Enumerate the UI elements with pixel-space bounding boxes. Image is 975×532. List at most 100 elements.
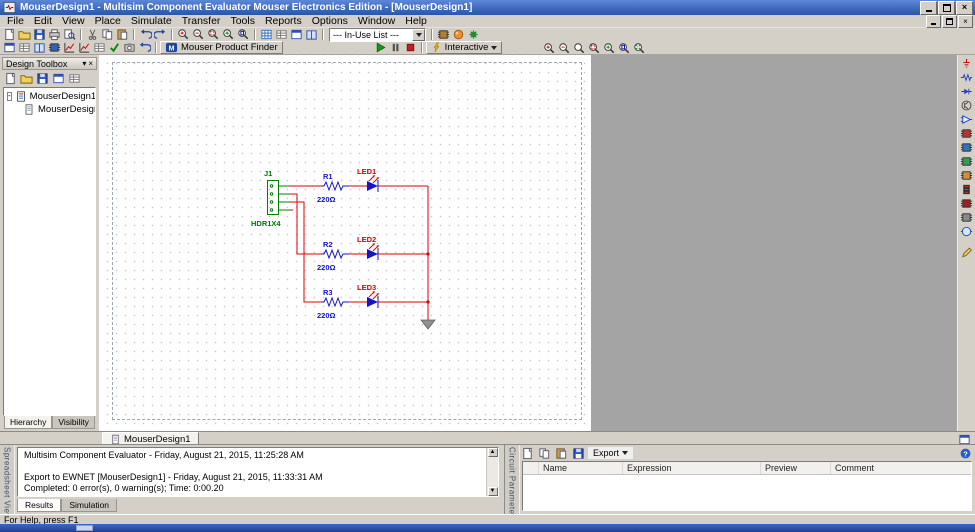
save-parameters-icon[interactable] xyxy=(571,447,586,460)
interactive-button[interactable]: Interactive xyxy=(426,41,503,54)
menu-edit[interactable]: Edit xyxy=(29,15,57,28)
close-button[interactable]: × xyxy=(956,1,973,15)
tab-visibility[interactable]: Visibility xyxy=(52,416,95,429)
orange-sphere-icon[interactable] xyxy=(451,28,466,41)
place-transistor-icon[interactable] xyxy=(959,99,974,112)
led1-label[interactable]: LED1 xyxy=(357,167,376,176)
print-preview-icon[interactable] xyxy=(62,28,77,41)
mdi-close-button[interactable]: × xyxy=(958,15,973,28)
spreadsheet-view-strip[interactable]: Spreadsheet View xyxy=(0,445,15,514)
toggle-border-icon[interactable] xyxy=(289,28,304,41)
zoom-fit-icon[interactable] xyxy=(221,28,236,41)
j1-ref-label[interactable]: J1 xyxy=(264,169,272,178)
r2-ref-label[interactable]: R2 xyxy=(323,240,333,249)
menu-reports[interactable]: Reports xyxy=(260,15,307,28)
j1-value-label[interactable]: HDR1X4 xyxy=(251,219,281,228)
design-tree[interactable]: MouserDesign1 MouserDesign1 xyxy=(3,87,96,416)
paste-parameter-icon[interactable] xyxy=(554,447,569,460)
menu-file[interactable]: File xyxy=(2,15,29,28)
collapse-icon[interactable] xyxy=(7,92,12,101)
place-cmos-icon[interactable] xyxy=(959,141,974,154)
graphs-icon[interactable] xyxy=(62,41,77,54)
tab-simulation[interactable]: Simulation xyxy=(61,499,117,512)
menu-tools[interactable]: Tools xyxy=(225,15,260,28)
capture-area-icon[interactable] xyxy=(122,41,137,54)
tree-child-label[interactable]: MouserDesign1 xyxy=(38,104,96,115)
zoom-in-icon[interactable] xyxy=(176,28,191,41)
place-source-icon[interactable] xyxy=(959,57,974,70)
magnifier-minus-icon[interactable] xyxy=(557,42,572,55)
back-annotate-icon[interactable] xyxy=(137,41,152,54)
help-icon[interactable]: ? xyxy=(958,447,973,460)
export-button[interactable]: Export xyxy=(588,447,633,459)
minimize-button[interactable] xyxy=(920,1,937,15)
pause-simulation-icon[interactable] xyxy=(388,41,403,54)
menu-simulate[interactable]: Simulate xyxy=(126,15,177,28)
taskbar-button[interactable] xyxy=(76,525,93,531)
circuit-parameters-table[interactable]: Name Expression Preview Comment xyxy=(522,461,972,511)
place-electromechanical-icon[interactable] xyxy=(959,225,974,238)
column-expression[interactable]: Expression xyxy=(623,462,761,474)
stop-simulation-icon[interactable] xyxy=(403,41,418,54)
tree-root-label[interactable]: MouserDesign1 xyxy=(30,91,96,102)
magnifier-icon[interactable] xyxy=(572,42,587,55)
menu-window[interactable]: Window xyxy=(353,15,400,28)
pin-panel-icon[interactable]: ▾ xyxy=(82,60,86,68)
mouser-product-finder-button[interactable]: M Mouser Product Finder xyxy=(160,41,283,54)
paste-icon[interactable] xyxy=(115,28,130,41)
place-basic-icon[interactable] xyxy=(959,71,974,84)
toggle-spreadsheet-view-icon[interactable] xyxy=(17,41,32,54)
log-scrollbar[interactable]: ▲ ▼ xyxy=(486,448,498,496)
toggle-design-toolbox-icon[interactable] xyxy=(2,41,17,54)
copy-icon[interactable] xyxy=(100,28,115,41)
add-parameter-icon[interactable] xyxy=(520,447,535,460)
place-power-icon[interactable] xyxy=(959,197,974,210)
magnifier-plus-icon[interactable] xyxy=(542,42,557,55)
design-toolbox-titlebar[interactable]: Design Toolbox ▾ × xyxy=(2,57,97,70)
column-name[interactable]: Name xyxy=(539,462,623,474)
symbol-editor-icon[interactable] xyxy=(436,28,451,41)
tree-child-row[interactable]: MouserDesign1 xyxy=(4,103,95,116)
erc-icon[interactable] xyxy=(107,41,122,54)
menu-options[interactable]: Options xyxy=(307,15,353,28)
menu-place[interactable]: Place xyxy=(90,15,126,28)
circuit-parameters-strip[interactable]: Circuit Parameters xyxy=(505,445,520,514)
magnifier-full-icon[interactable] xyxy=(632,42,647,55)
database-manager-icon[interactable] xyxy=(32,41,47,54)
place-ttl-icon[interactable] xyxy=(959,127,974,140)
menu-help[interactable]: Help xyxy=(400,15,432,28)
analyses-icon[interactable] xyxy=(77,41,92,54)
toggle-page-bounds-icon[interactable] xyxy=(274,28,289,41)
tab-hierarchy[interactable]: Hierarchy xyxy=(4,416,52,429)
tree-root-row[interactable]: MouserDesign1 xyxy=(4,90,95,103)
schematic-sheet[interactable]: J1 HDR1X4 R1 220Ω LED1 R2 220Ω LED2 R3 2… xyxy=(99,55,591,431)
place-mixed-icon[interactable] xyxy=(959,169,974,182)
tab-results[interactable]: Results xyxy=(17,499,61,512)
scroll-up-icon[interactable]: ▲ xyxy=(488,448,498,457)
zoom-out-icon[interactable] xyxy=(191,28,206,41)
document-view-icon[interactable] xyxy=(51,72,66,85)
green-gear-icon[interactable] xyxy=(466,28,481,41)
magnifier-fit-icon[interactable] xyxy=(602,42,617,55)
magnifier-area-icon[interactable] xyxy=(587,42,602,55)
save-icon[interactable] xyxy=(32,28,47,41)
column-comment[interactable]: Comment xyxy=(831,462,971,474)
chevron-down-icon[interactable] xyxy=(412,29,425,41)
open-design-icon[interactable] xyxy=(19,72,34,85)
magnifier-page-icon[interactable] xyxy=(617,42,632,55)
r3-value-label[interactable]: 220Ω xyxy=(317,311,336,320)
new-icon[interactable] xyxy=(2,28,17,41)
component-wizard-icon[interactable] xyxy=(47,41,62,54)
save-design-icon[interactable] xyxy=(35,72,50,85)
redo-icon[interactable] xyxy=(153,28,168,41)
restore-button[interactable] xyxy=(938,1,955,15)
mdi-minimize-button[interactable] xyxy=(926,15,941,28)
taskbar[interactable] xyxy=(0,524,975,532)
new-design-icon[interactable] xyxy=(3,72,18,85)
cut-icon[interactable] xyxy=(85,28,100,41)
open-icon[interactable] xyxy=(17,28,32,41)
r1-value-label[interactable]: 220Ω xyxy=(317,195,336,204)
place-diode-icon[interactable] xyxy=(959,85,974,98)
column-preview[interactable]: Preview xyxy=(761,462,831,474)
r3-ref-label[interactable]: R3 xyxy=(323,288,333,297)
